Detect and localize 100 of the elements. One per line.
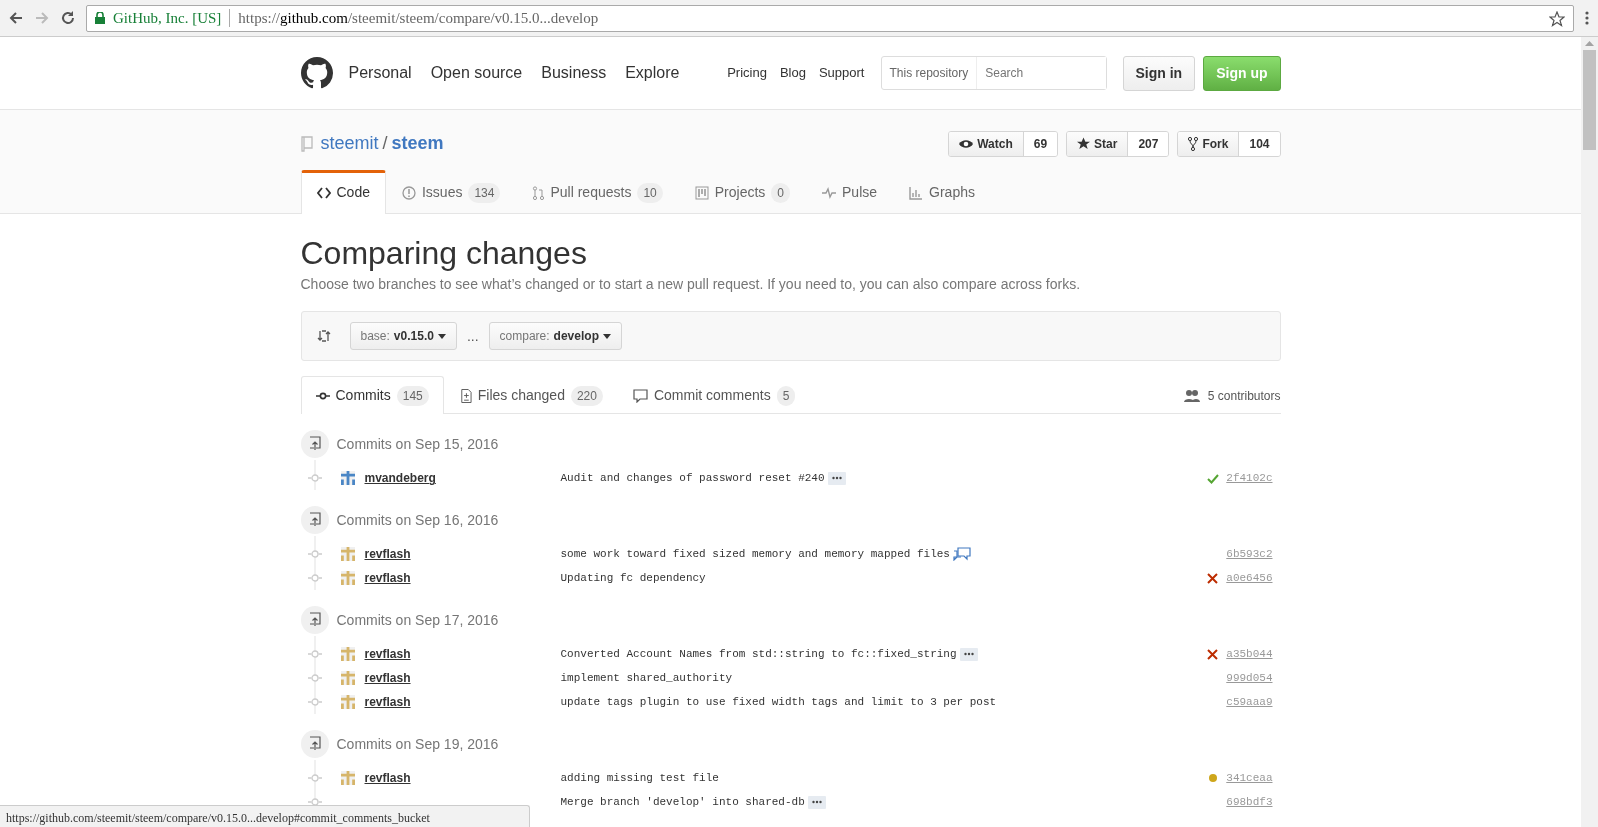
ellipsis-icon — [831, 476, 842, 481]
avatar-icon — [340, 571, 355, 586]
author-link[interactable]: revflash — [364, 645, 561, 664]
author-link[interactable]: revflash — [364, 769, 561, 788]
commit-message-link[interactable]: update tags plugin to use fixed width tags and limit to 3 per post — [560, 694, 997, 711]
commit-node-icon — [307, 698, 322, 707]
compare-tab[interactable]: Commits 145 — [300, 376, 444, 415]
author-link[interactable]: revflash — [364, 569, 561, 588]
search-field[interactable]: This repository Search — [880, 56, 1107, 90]
compare-tab[interactable]: Files changed 220 — [443, 376, 618, 415]
push-icon — [307, 512, 322, 529]
base-branch-dropdown[interactable]: base: v0.15.0 — [349, 322, 457, 351]
fork-count[interactable]: 104 — [1239, 131, 1280, 156]
count-badge: 5 — [776, 385, 796, 406]
ellipsis-icon — [963, 652, 974, 657]
repo-tab[interactable]: Issues 134 — [385, 170, 517, 214]
repo-tab[interactable]: Projects 0 — [678, 170, 807, 214]
count-badge: 10 — [637, 182, 663, 203]
security-label: GitHub, Inc. [US] — [113, 8, 222, 28]
avatar-icon — [340, 695, 355, 710]
owner-link[interactable]: steemit — [320, 130, 379, 157]
tab-label: Commits — [335, 386, 391, 406]
commit-message-link[interactable]: adding missing test file — [560, 770, 719, 787]
author-link[interactable]: revflash — [364, 669, 561, 688]
commit-node-icon — [307, 674, 322, 683]
commit-message-link[interactable]: Merge branch 'develop' into shared-db — [560, 794, 805, 811]
author-link[interactable]: revflash — [364, 545, 561, 564]
commit-node-icon — [307, 550, 322, 559]
repo-tab[interactable]: Code — [300, 170, 386, 214]
date-heading: Commits on Sep 15, 2016 — [336, 434, 499, 454]
repo-tab[interactable]: Graphs — [893, 170, 991, 214]
file-diff-icon — [458, 387, 472, 404]
commit-node-icon — [307, 774, 322, 783]
star-button[interactable]: Star — [1067, 131, 1129, 156]
count-badge: 220 — [570, 385, 603, 406]
sign-in-button[interactable]: Sign in — [1122, 55, 1196, 91]
range-separator: ... — [466, 326, 479, 346]
reload-icon[interactable] — [60, 10, 76, 26]
tab-label: Commit comments — [653, 386, 771, 406]
status-bar: https://github.com/steemit/steem/compare/v0.15.0...develop#commit_comments_bucket — [0, 805, 530, 827]
avatar-icon — [340, 471, 355, 486]
address-bar[interactable]: GitHub, Inc. [US] https://github.com/steemit/steem/compare/v0.15.0...develop — [86, 4, 1574, 32]
header-link[interactable]: Support — [818, 63, 865, 83]
push-icon — [307, 612, 322, 629]
commit-message-link[interactable]: Audit and changes of password reset #240 — [560, 470, 825, 487]
back-icon[interactable] — [8, 10, 24, 26]
commit-message-link[interactable]: Updating fc dependency — [560, 570, 706, 587]
nav-link-item[interactable]: Open source — [430, 61, 523, 85]
push-icon — [307, 436, 322, 453]
avatar-icon — [340, 671, 355, 686]
pulse-icon — [822, 185, 837, 200]
commit-node-icon — [307, 474, 322, 483]
tab-label: Issues — [421, 183, 463, 202]
caret-icon — [437, 333, 446, 339]
repo-name-link[interactable]: steem — [391, 130, 444, 157]
date-heading: Commits on Sep 17, 2016 — [336, 610, 499, 630]
commit-node-icon — [307, 574, 322, 583]
repo-tab[interactable]: Pull requests 10 — [516, 170, 679, 214]
tab-label: Code — [336, 183, 370, 202]
watch-count[interactable]: 69 — [1023, 131, 1058, 156]
compare-branch-dropdown[interactable]: compare: develop — [488, 322, 622, 351]
expand-button[interactable] — [827, 471, 846, 485]
author-link[interactable]: mvandeberg — [364, 469, 561, 488]
commit-message-link[interactable]: implement shared_authority — [560, 670, 733, 687]
page-description: Choose two branches to see what’s changed or to start a new pull request. If you need to, you can also compare across forks. — [300, 275, 1082, 295]
scrollbar-thumb[interactable] — [1583, 50, 1596, 150]
avatar-icon — [340, 547, 355, 562]
nav-link-item[interactable]: Business — [541, 61, 607, 85]
tab-label: Pulse — [842, 183, 878, 202]
nav-link-item[interactable]: Explore — [625, 61, 680, 85]
header-link[interactable]: Blog — [779, 63, 806, 83]
people-icon — [1183, 389, 1200, 404]
pull-request-icon — [532, 185, 545, 200]
lock-icon — [95, 12, 105, 24]
expand-button[interactable] — [807, 795, 826, 809]
star-count[interactable]: 207 — [1128, 131, 1169, 156]
fork-icon — [1188, 136, 1199, 151]
commit-node-icon — [307, 798, 322, 807]
commit-message-link[interactable]: some work toward fixed sized memory and memory mapped files — [560, 546, 950, 563]
count-badge: 134 — [468, 182, 501, 203]
bookmark-star-icon[interactable] — [1549, 11, 1565, 28]
scrollbar[interactable] — [1581, 37, 1598, 827]
issue-icon — [401, 185, 416, 200]
header-link[interactable]: Pricing — [727, 63, 767, 83]
octocat-logo[interactable] — [300, 57, 333, 89]
menu-icon[interactable] — [1584, 10, 1590, 26]
avatar-icon — [340, 647, 355, 662]
contributors-count: 5 contributors — [1207, 388, 1281, 406]
commit-node-icon — [307, 650, 322, 659]
fork-button[interactable]: Fork — [1178, 131, 1240, 156]
eye-icon — [959, 137, 974, 150]
nav-link-item[interactable]: Personal — [348, 61, 412, 85]
star-icon — [1077, 137, 1091, 150]
repo-tab[interactable]: Pulse — [806, 170, 894, 214]
commit-message-link[interactable]: Converted Account Names from std::string to fc::fixed_string — [560, 646, 957, 663]
bar-chart-icon — [909, 185, 924, 200]
author-link[interactable]: revflash — [364, 693, 561, 712]
expand-button[interactable] — [959, 647, 978, 661]
watch-button[interactable]: Watch — [949, 131, 1024, 156]
compare-tab[interactable]: Commit comments 5 — [617, 376, 811, 415]
